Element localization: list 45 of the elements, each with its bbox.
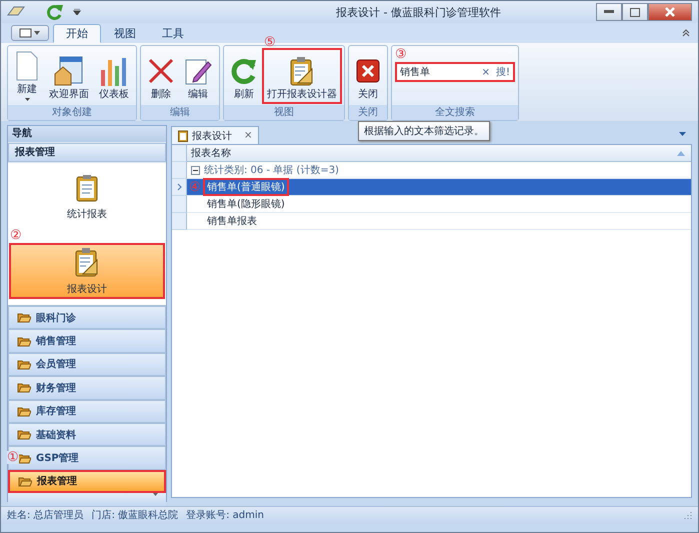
nav-group-button[interactable]: 眼科门诊 <box>8 306 166 330</box>
search-field[interactable]: 销售单 × 搜! <box>395 62 515 82</box>
table-cell-text: 销售单报表 <box>206 214 258 229</box>
callout-number: ④ <box>189 181 201 194</box>
nav-group-button[interactable]: 基础资料 <box>8 422 166 446</box>
table-row[interactable]: 销售单(隐形眼镜) <box>187 196 691 213</box>
ribbon-button[interactable]: 刷新 <box>226 48 262 104</box>
ribbon-button[interactable]: 删除 <box>143 48 179 104</box>
ribbon-button[interactable]: 欢迎界面 <box>44 48 94 104</box>
ribbon-tab[interactable]: 开始 <box>53 24 101 43</box>
ribbon-button[interactable]: 关闭 <box>351 48 385 104</box>
table-cell-text: 销售单(隐形眼镜) <box>206 198 286 212</box>
nav-group-button[interactable]: 销售管理 <box>8 329 166 353</box>
callout-number: ① <box>7 451 19 464</box>
group-label: 编辑 <box>141 105 219 120</box>
document-tab[interactable]: 报表设计 × <box>171 126 260 144</box>
callout-number: ③ <box>395 48 407 61</box>
callout-number: ⑤ <box>264 36 276 49</box>
group-label: 关闭 <box>349 105 387 120</box>
group-label: 视图 <box>224 105 344 120</box>
ribbon-button[interactable]: 编辑 <box>179 48 217 104</box>
table-row[interactable]: 销售单报表 <box>187 213 691 230</box>
nav-item[interactable]: 报表设计 <box>9 243 165 299</box>
nav-group-button[interactable]: 财务管理 <box>8 376 166 400</box>
nav-group-button[interactable]: 库存管理 <box>8 400 166 423</box>
ribbon-button[interactable]: 仪表板 <box>94 48 134 104</box>
status-text: 登录账号: admin <box>186 508 264 522</box>
ribbon-button[interactable]: 新建 <box>10 48 44 104</box>
callout-number: ② <box>10 229 22 242</box>
group-label: 全文搜索 <box>392 105 518 120</box>
ribbon-button[interactable]: 打开报表设计器 <box>262 48 342 104</box>
table-cell: 销售单(普通眼镜) <box>203 178 289 196</box>
status-text: 姓名: 总店管理员 <box>7 508 84 522</box>
table-row[interactable]: ④ 销售单(普通眼镜) <box>187 179 691 196</box>
tooltip: 根据输入的文本筛选记录。 <box>358 121 490 141</box>
window-title: 报表设计 - 傲蓝眼科门诊管理软件 <box>335 4 502 20</box>
ribbon-tab[interactable]: 工具 <box>149 24 197 43</box>
nav-group-button[interactable]: 会员管理 <box>8 352 166 376</box>
column-header[interactable]: 报表名称 <box>187 145 691 162</box>
status-text: 门店: 傲蓝眼科总院 <box>92 508 178 522</box>
nav-group-button[interactable]: 报表管理 <box>8 470 166 494</box>
group-label: 对象创建 <box>8 105 136 120</box>
nav-title: 导航 <box>8 126 166 142</box>
nav-section-header: 报表管理 <box>8 143 166 162</box>
ribbon-tab[interactable]: 视图 <box>101 24 149 43</box>
